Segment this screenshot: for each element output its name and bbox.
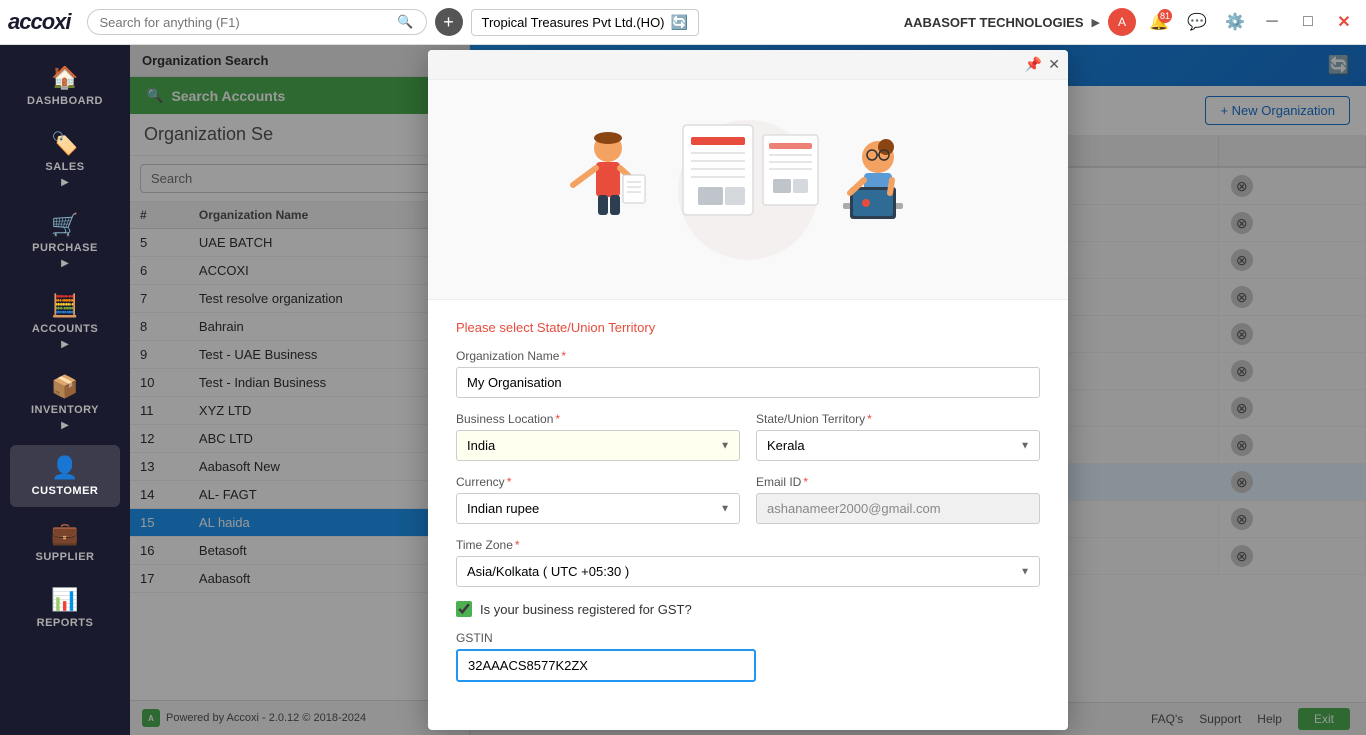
sidebar-label-dashboard: DASHBOARD	[27, 95, 103, 107]
maximize-button[interactable]: □	[1294, 8, 1322, 36]
minimize-button[interactable]: ─	[1258, 8, 1286, 36]
company-selector[interactable]: Tropical Treasures Pvt Ltd.(HO) 🔄	[471, 9, 699, 36]
form-row-gstin: GSTIN	[456, 631, 1040, 682]
email-input[interactable]	[756, 493, 1040, 524]
purchase-icon: 🛒	[51, 212, 78, 238]
gstin-input[interactable]	[456, 649, 756, 682]
modal-warning: Please select State/Union Territory	[456, 320, 1040, 335]
sidebar-label-inventory: INVENTORY	[31, 404, 99, 416]
sidebar-label-accounts: ACCOUNTS	[32, 323, 98, 335]
required-star: *	[561, 349, 566, 363]
search-bar[interactable]: 🔍	[87, 9, 427, 35]
gstin-label: GSTIN	[456, 631, 1040, 645]
modal: 📌 ✕	[428, 50, 1068, 730]
content-area: Organization Search 🔍 Search Accounts Or…	[130, 45, 1366, 735]
gst-checkbox-row: Is your business registered for GST?	[456, 601, 1040, 617]
topbar: accoxi 🔍 + Tropical Treasures Pvt Ltd.(H…	[0, 0, 1366, 45]
sidebar-item-supplier[interactable]: 💼 SUPPLIER	[10, 511, 120, 573]
main-layout: 🏠 DASHBOARD 🏷️ SALES ▶ 🛒 PURCHASE ▶ 🧮 AC…	[0, 45, 1366, 735]
dashboard-icon: 🏠	[51, 65, 78, 91]
form-row-state: State/Union Territory* Kerala Tamil Nadu…	[756, 412, 1040, 461]
state-select-wrap: Kerala Tamil Nadu Karnataka	[756, 430, 1040, 461]
modal-close-row: 📌 ✕	[428, 50, 1068, 80]
form-row-org-name: Organization Name*	[456, 349, 1040, 398]
refresh-icon: 🔄	[671, 14, 688, 31]
inventory-icon: 📦	[51, 374, 78, 400]
sidebar-label-supplier: SUPPLIER	[35, 551, 94, 563]
currency-label: Currency*	[456, 475, 740, 489]
settings-button[interactable]: ⚙️	[1220, 7, 1250, 37]
supplier-icon: 💼	[51, 521, 78, 547]
timezone-label: Time Zone*	[456, 538, 1040, 552]
timezone-select-wrap: Asia/Kolkata ( UTC +05:30 ) Asia/Dubai (…	[456, 556, 1040, 587]
timezone-select[interactable]: Asia/Kolkata ( UTC +05:30 ) Asia/Dubai (…	[456, 556, 1040, 587]
search-input[interactable]	[100, 15, 394, 30]
email-label: Email ID*	[756, 475, 1040, 489]
sidebar-item-reports[interactable]: 📊 REPORTS	[10, 577, 120, 639]
sidebar-item-accounts[interactable]: 🧮 ACCOUNTS ▶	[10, 283, 120, 360]
close-button[interactable]: ✕	[1330, 8, 1358, 36]
accounts-icon: 🧮	[51, 293, 78, 319]
sidebar-item-customer[interactable]: 👤 CUSTOMER	[10, 445, 120, 507]
state-label: State/Union Territory*	[756, 412, 1040, 426]
org-name-input[interactable]	[456, 367, 1040, 398]
currency-select-wrap: Indian rupee UAE Dirham US Dollar	[456, 493, 740, 524]
sidebar-item-dashboard[interactable]: 🏠 DASHBOARD	[10, 55, 120, 117]
notification-badge: 81	[1158, 9, 1172, 23]
inventory-arrow-icon: ▶	[61, 420, 69, 431]
sidebar-label-reports: REPORTS	[37, 617, 94, 629]
sidebar-label-customer: CUSTOMER	[32, 485, 99, 497]
sales-arrow-icon: ▶	[61, 177, 69, 188]
sidebar-item-sales[interactable]: 🏷️ SALES ▶	[10, 121, 120, 198]
customer-icon: 👤	[51, 455, 78, 481]
state-select[interactable]: Kerala Tamil Nadu Karnataka	[756, 430, 1040, 461]
form-row-currency-email: Currency* Indian rupee UAE Dirham US Dol…	[456, 475, 1040, 538]
form-row-business-location: Business Location* India UAE Bahrain	[456, 412, 740, 461]
currency-select[interactable]: Indian rupee UAE Dirham US Dollar	[456, 493, 740, 524]
modal-footer: Get started Back	[428, 716, 1068, 730]
business-location-select-wrap: India UAE Bahrain	[456, 430, 740, 461]
search-icon: 🔍	[397, 14, 413, 30]
modal-overlay: 📌 ✕	[130, 45, 1366, 735]
business-location-select[interactable]: India UAE Bahrain	[456, 430, 740, 461]
arrow-icon: ▶	[1092, 16, 1100, 29]
sidebar-label-sales: SALES	[45, 161, 84, 173]
modal-close-button[interactable]: ✕	[1048, 56, 1060, 73]
form-row-timezone: Time Zone* Asia/Kolkata ( UTC +05:30 ) A…	[456, 538, 1040, 587]
aabasoft-label: AABASOFT TECHNOLOGIES	[904, 15, 1084, 30]
sidebar-item-purchase[interactable]: 🛒 PURCHASE ▶	[10, 202, 120, 279]
gst-label: Is your business registered for GST?	[480, 602, 692, 617]
message-button[interactable]: 💬	[1182, 7, 1212, 37]
org-name-label: Organization Name*	[456, 349, 1040, 363]
gst-checkbox[interactable]	[456, 601, 472, 617]
reports-icon: 📊	[51, 587, 78, 613]
form-row-location-state: Business Location* India UAE Bahrain	[456, 412, 1040, 475]
accounts-arrow-icon: ▶	[61, 339, 69, 350]
add-button[interactable]: +	[435, 8, 463, 36]
sales-icon: 🏷️	[51, 131, 78, 157]
app-logo: accoxi	[8, 9, 71, 35]
avatar: A	[1108, 8, 1136, 36]
modal-illustration	[428, 80, 1068, 300]
company-name: Tropical Treasures Pvt Ltd.(HO)	[482, 15, 665, 30]
sidebar-label-purchase: PURCHASE	[32, 242, 98, 254]
modal-body: Please select State/Union Territory Orga…	[428, 300, 1068, 716]
sidebar: 🏠 DASHBOARD 🏷️ SALES ▶ 🛒 PURCHASE ▶ 🧮 AC…	[0, 45, 130, 735]
topbar-icons: 🔔 81 💬 ⚙️ ─ □ ✕	[1144, 7, 1358, 37]
purchase-arrow-icon: ▶	[61, 258, 69, 269]
form-row-currency: Currency* Indian rupee UAE Dirham US Dol…	[456, 475, 740, 524]
notification-button[interactable]: 🔔 81	[1144, 7, 1174, 37]
modal-pin-button[interactable]: 📌	[1025, 56, 1042, 73]
sidebar-item-inventory[interactable]: 📦 INVENTORY ▶	[10, 364, 120, 441]
form-row-email: Email ID*	[756, 475, 1040, 524]
business-location-label: Business Location*	[456, 412, 740, 426]
